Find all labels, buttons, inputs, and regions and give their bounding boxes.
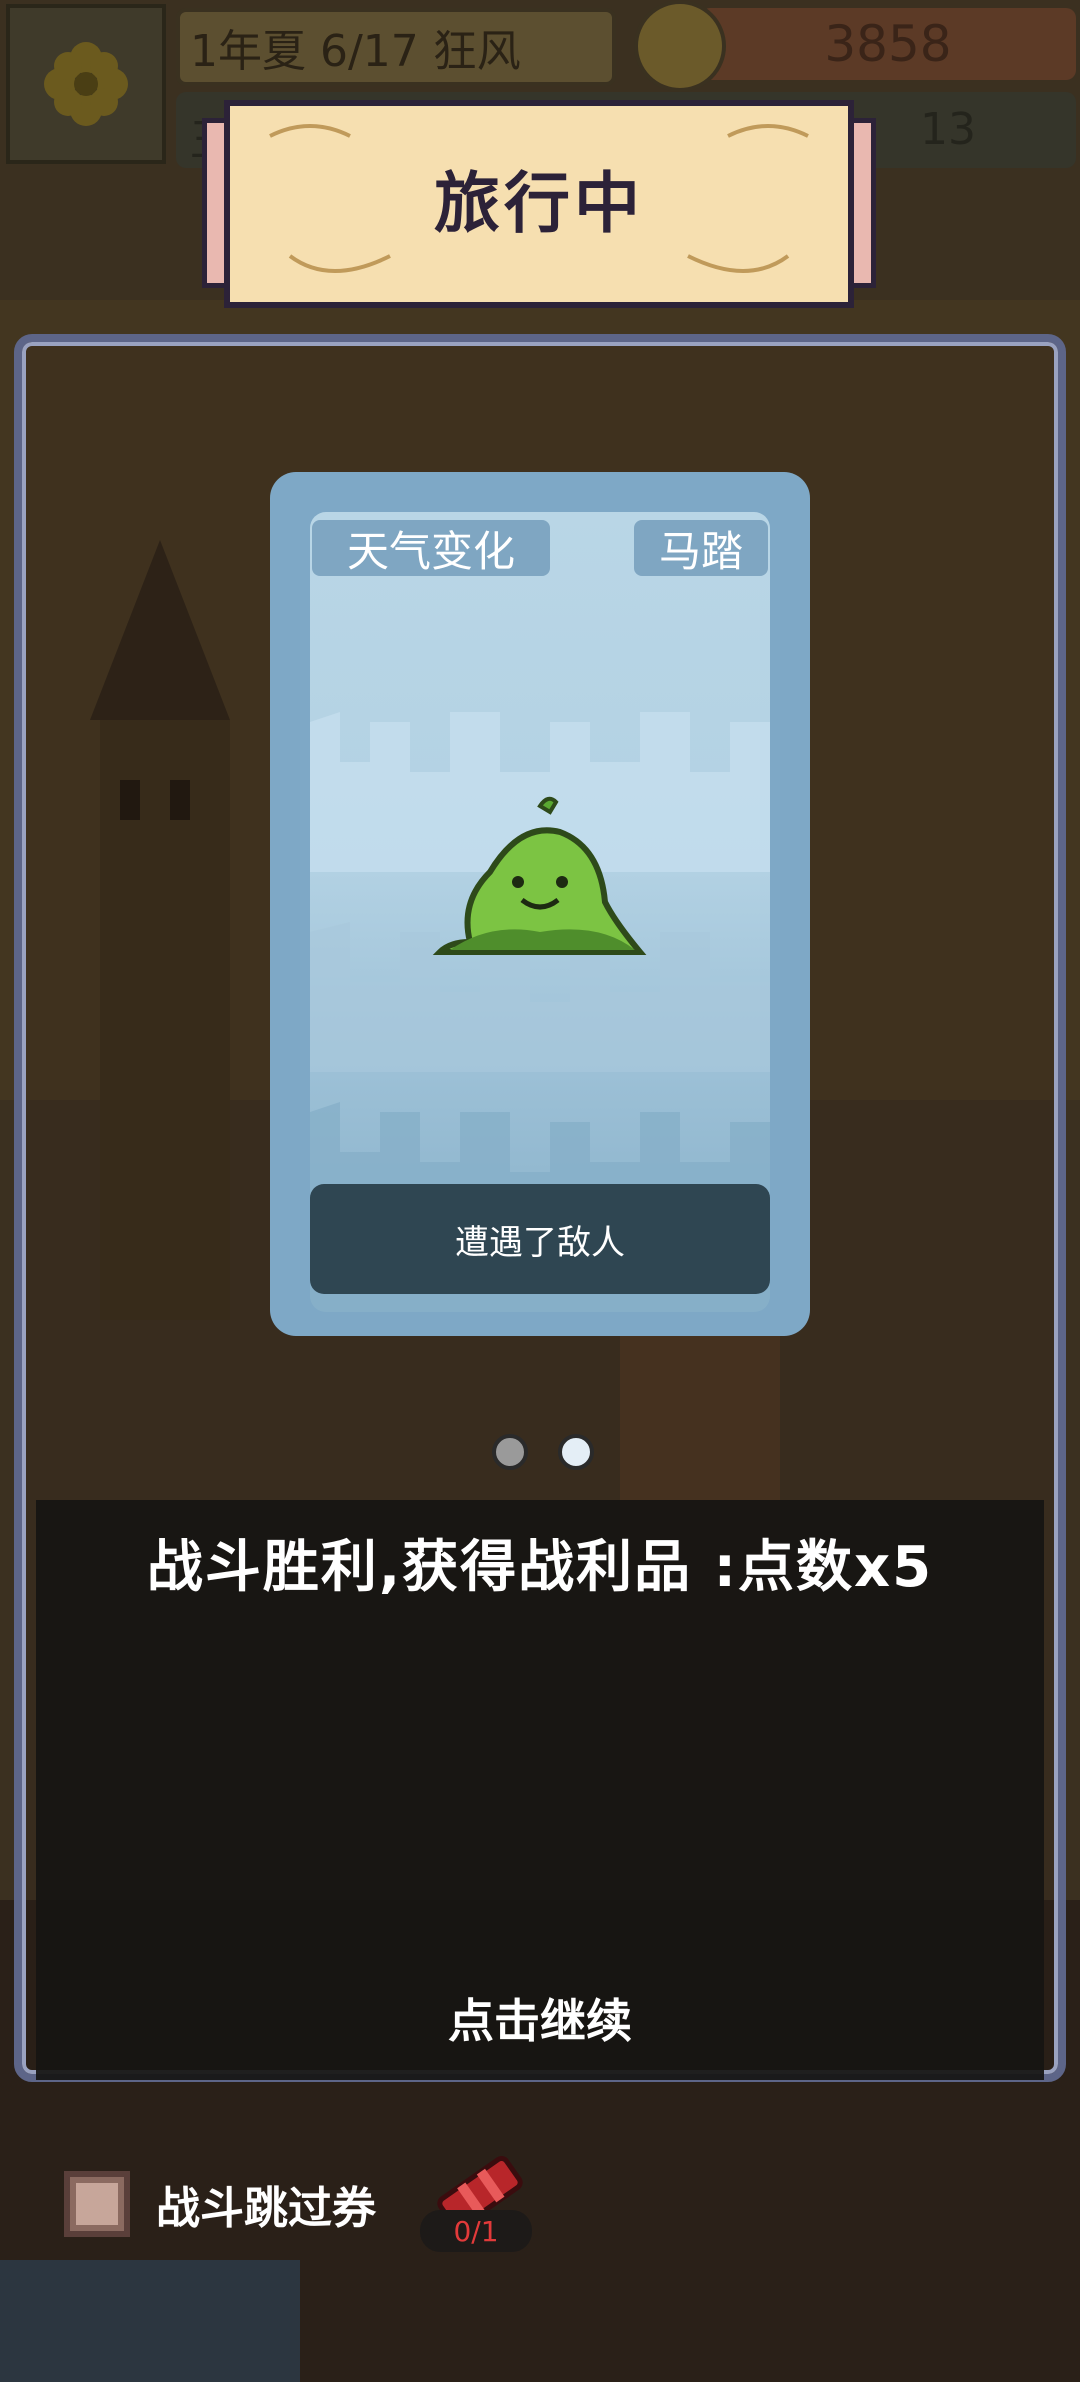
page-title: 旅行中 [434, 165, 644, 242]
battle-result-dialog[interactable]: 战斗胜利,获得战利品 :点数x5 点击继续 [36, 1500, 1044, 2080]
hud-sub-right: 13 [920, 104, 976, 155]
slime-enemy-icon [432, 796, 647, 955]
date-weather-label: 1年夏 6/17 狂风 [176, 8, 616, 86]
page-dot-2[interactable] [558, 1434, 594, 1470]
page-dot-1[interactable] [492, 1434, 528, 1470]
event-description: 遭遇了敌人 [310, 1184, 770, 1294]
flower-icon [44, 42, 128, 126]
weather-change-tag: 天气变化 [312, 520, 550, 576]
tap-to-continue-button[interactable]: 点击继续 [36, 1984, 1044, 2052]
skip-checkbox[interactable] [64, 2171, 130, 2237]
road-tag: 马踏 [634, 520, 768, 576]
battle-result-text: 战斗胜利,获得战利品 :点数x5 [146, 1535, 934, 1600]
battle-skip-label: 战斗跳过券 [156, 2183, 376, 2234]
money-counter: 3858 [700, 8, 1076, 80]
event-card[interactable]: 天气变化 马踏 遭遇了敌人 [270, 472, 810, 1336]
title-scroll-banner: 旅行中 [202, 100, 876, 308]
battle-skip-toggle[interactable]: 战斗跳过券 [64, 2160, 376, 2248]
skip-ticket-count: 0/1 [420, 2210, 532, 2252]
coin-icon [634, 0, 726, 92]
menu-button[interactable] [6, 4, 166, 164]
